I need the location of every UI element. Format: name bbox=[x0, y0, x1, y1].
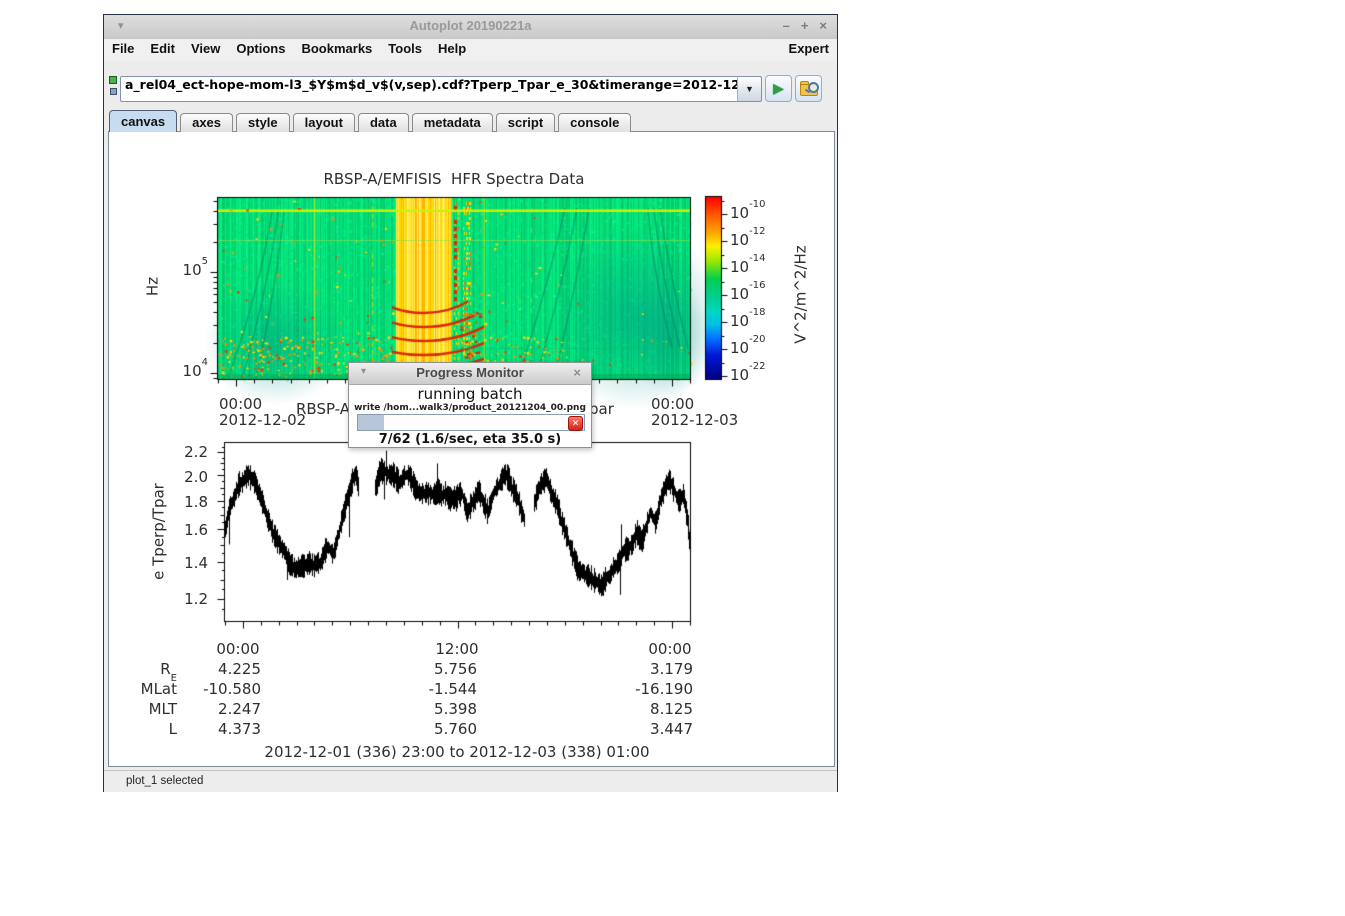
progress-status-label: 7/62 (1.6/sec, eta 35.0 s) bbox=[349, 432, 591, 447]
line-ytick-label: 1.6 bbox=[156, 521, 208, 539]
uri-blue-icon bbox=[110, 88, 117, 95]
menu-items: FileEditViewOptionsBookmarksToolsHelp bbox=[104, 41, 474, 56]
dialog-title-bar[interactable]: ▾ Progress Monitor × bbox=[349, 363, 591, 385]
tab-layout[interactable]: layout bbox=[293, 113, 355, 132]
progress-detail-label: write /hom...walk3/product_20121204_00.p… bbox=[349, 403, 591, 413]
spec-ytick-label: 105 bbox=[156, 261, 208, 279]
table-row-label: L bbox=[117, 720, 177, 738]
plot1-title: RBSP-A/EMFISIS HFR Spectra Data bbox=[218, 171, 690, 188]
plot2-title-fragment-right: par bbox=[589, 401, 614, 418]
line-ytick-label: 1.4 bbox=[156, 554, 208, 572]
menu-item-help[interactable]: Help bbox=[430, 39, 474, 58]
table-value: 3.179 bbox=[603, 660, 693, 678]
progress-bar-fill bbox=[358, 415, 384, 430]
table-value: -10.580 bbox=[171, 680, 261, 698]
chevron-down-icon: ▼ bbox=[745, 84, 754, 94]
maximize-button[interactable]: + bbox=[801, 18, 809, 33]
expert-label[interactable]: Expert bbox=[789, 41, 829, 56]
line-ytick-label: 1.8 bbox=[156, 493, 208, 511]
menu-item-bookmarks[interactable]: Bookmarks bbox=[293, 39, 380, 58]
colorbar-tick-label: 10-22 bbox=[730, 366, 800, 384]
plot2-title-fragment-left: RBSP-A bbox=[296, 401, 350, 418]
table-value: 5.760 bbox=[387, 720, 477, 738]
close-button[interactable]: × bbox=[819, 18, 827, 33]
progress-cancel-button[interactable]: ✕ bbox=[568, 416, 583, 431]
table-value: 4.373 bbox=[171, 720, 261, 738]
dialog-close-icon[interactable]: × bbox=[573, 365, 581, 380]
uri-dropdown-button[interactable]: ▼ bbox=[737, 76, 762, 102]
status-text: plot_1 selected bbox=[126, 775, 203, 787]
colorbar-unit-label: V^2/m^2/Hz bbox=[793, 235, 810, 355]
table-value: 2.247 bbox=[171, 700, 261, 718]
window-controls: –+ × bbox=[772, 18, 827, 33]
line-ytick-label: 1.2 bbox=[156, 590, 208, 608]
tab-canvas[interactable]: canvas bbox=[109, 110, 177, 132]
window-title-bar[interactable]: ▾ Autoplot 20190221a –+× bbox=[104, 15, 837, 40]
spec-ytick-label: 104 bbox=[156, 362, 208, 380]
colorbar-tick-label: 10-20 bbox=[730, 339, 800, 357]
tab-metadata[interactable]: metadata bbox=[412, 113, 493, 132]
time-range-footer: 2012-12-01 (336) 23:00 to 2012-12-03 (33… bbox=[207, 744, 707, 761]
colorbar-tick-label: 10-18 bbox=[730, 312, 800, 330]
table-row-label: RE bbox=[117, 660, 177, 681]
table-value: 5.756 bbox=[387, 660, 477, 678]
tab-console[interactable]: console bbox=[558, 113, 631, 132]
browse-button[interactable] bbox=[795, 75, 822, 102]
status-bar: plot_1 selected bbox=[104, 770, 837, 792]
table-value: 4.225 bbox=[171, 660, 261, 678]
tab-style[interactable]: style bbox=[236, 113, 290, 132]
tab-axes[interactable]: axes bbox=[180, 113, 233, 132]
uri-toolbar: a_rel04_ect-hope-mom-l3_$Y$m$d_v$(v,sep)… bbox=[104, 61, 837, 111]
plot-go-button[interactable]: ▶ bbox=[765, 75, 792, 102]
table-value: 3.447 bbox=[603, 720, 693, 738]
progress-task-label: running batch bbox=[349, 385, 591, 403]
line-xtick-label: 12:00 bbox=[427, 640, 487, 658]
canvas-area: RBSP-A/EMFISIS HFR Spectra Data Hz 10510… bbox=[109, 133, 835, 765]
progress-bar: ✕ bbox=[357, 414, 585, 431]
line-ytick-label: 2.0 bbox=[156, 468, 208, 486]
tab-data[interactable]: data bbox=[358, 113, 409, 132]
spec-xtick-date-left: 2012-12-02 bbox=[219, 412, 306, 429]
table-value: 8.125 bbox=[603, 700, 693, 718]
menu-item-tools[interactable]: Tools bbox=[380, 39, 430, 58]
table-row-label: MLat bbox=[117, 680, 177, 698]
colorbar-tick-label: 10-12 bbox=[730, 231, 800, 249]
line-xtick-label: 00:00 bbox=[640, 640, 700, 658]
table-row-label: MLT bbox=[117, 700, 177, 718]
progress-monitor-dialog: ▾ Progress Monitor × running batch write… bbox=[348, 362, 592, 448]
menu-item-edit[interactable]: Edit bbox=[142, 39, 183, 58]
line-xtick-label: 00:00 bbox=[208, 640, 268, 658]
table-value: -16.190 bbox=[603, 680, 693, 698]
colorbar-tick-label: 10-16 bbox=[730, 285, 800, 303]
uri-green-icon bbox=[109, 76, 117, 84]
play-icon: ▶ bbox=[773, 80, 784, 96]
colorbar-tick-label: 10-10 bbox=[730, 204, 800, 222]
folder-search-icon bbox=[800, 81, 818, 96]
screen: ▾ Autoplot 20190221a –+× FileEditViewOpt… bbox=[0, 0, 1345, 916]
uri-input[interactable]: a_rel04_ect-hope-mom-l3_$Y$m$d_v$(v,sep)… bbox=[120, 76, 738, 102]
colorbar-tick-label: 10-14 bbox=[730, 258, 800, 276]
tab-script[interactable]: script bbox=[496, 113, 555, 132]
menu-item-options[interactable]: Options bbox=[228, 39, 293, 58]
menu-bar: FileEditViewOptionsBookmarksToolsHelp Ex… bbox=[104, 39, 837, 62]
autoplot-window: ▾ Autoplot 20190221a –+× FileEditViewOpt… bbox=[103, 14, 838, 792]
table-value: 5.398 bbox=[387, 700, 477, 718]
menu-item-view[interactable]: View bbox=[183, 39, 228, 58]
line-ytick-label: 2.2 bbox=[156, 443, 208, 461]
menu-item-file[interactable]: File bbox=[104, 39, 142, 58]
minimize-button[interactable]: – bbox=[783, 18, 790, 33]
table-value: -1.544 bbox=[387, 680, 477, 698]
window-title: Autoplot 20190221a bbox=[104, 18, 837, 33]
tab-row: canvasaxesstylelayoutdatametadatascriptc… bbox=[109, 110, 634, 132]
dialog-title: Progress Monitor bbox=[349, 365, 591, 380]
spec-xtick-date-right: 2012-12-03 bbox=[651, 412, 738, 429]
